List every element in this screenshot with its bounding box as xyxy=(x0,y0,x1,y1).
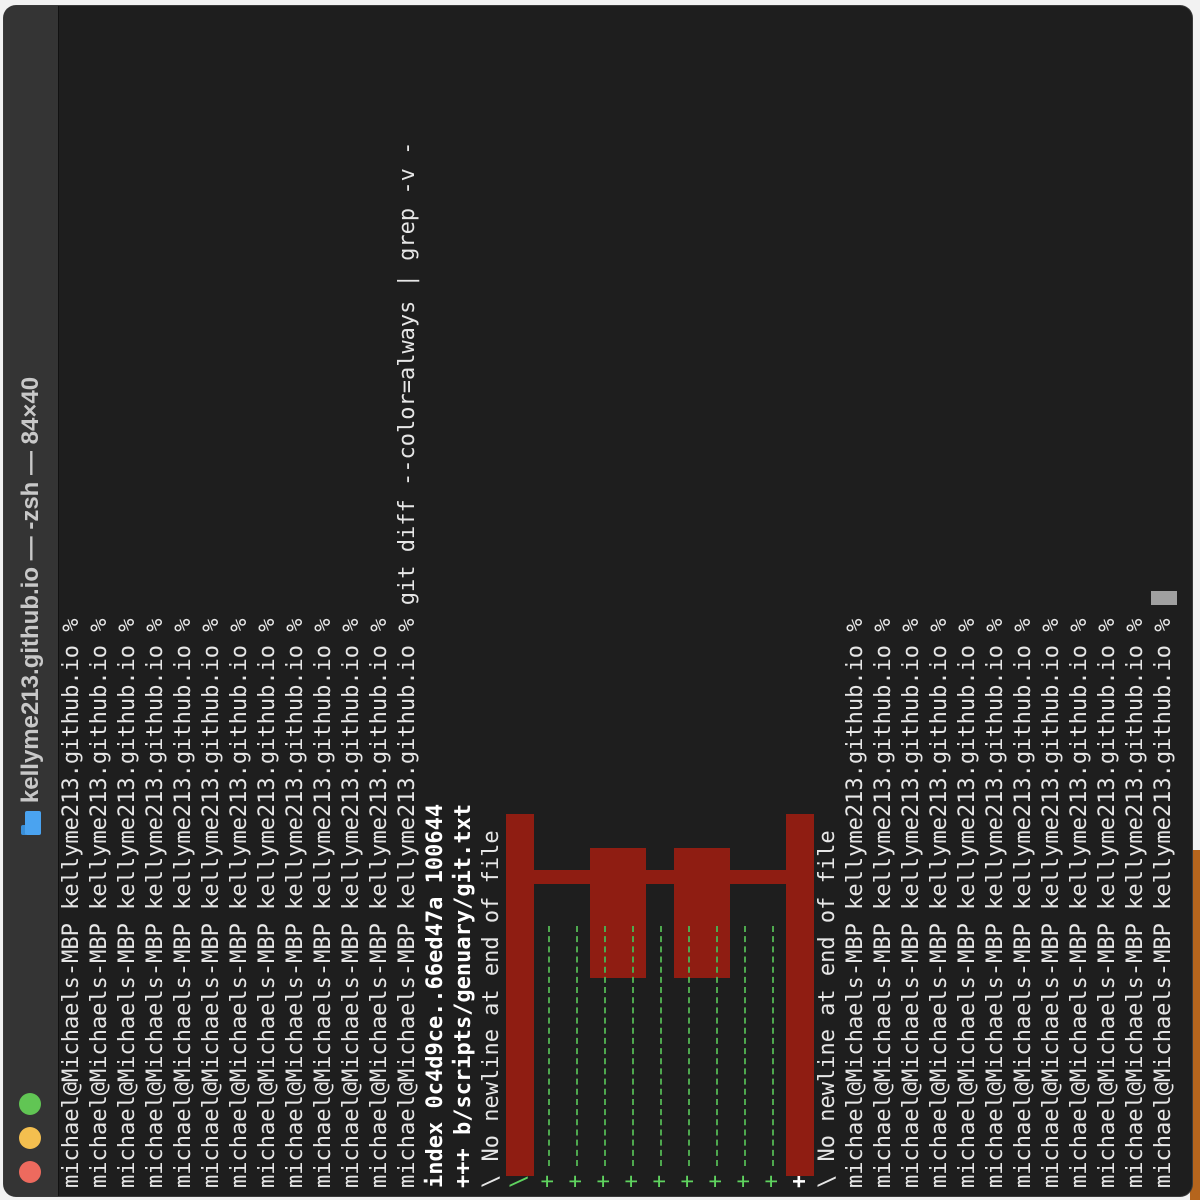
prompt-line: michael@Michaels-MBP kellyme213.github.i… xyxy=(367,605,392,1188)
prompt-line: michael@Michaels-MBP kellyme213.github.i… xyxy=(115,605,140,1188)
diff-added-line: + xyxy=(563,1174,588,1188)
diff-file-line: +++ b/scripts/genuary/git.txt xyxy=(451,803,476,1188)
window-title: kellyme213.github.io — -zsh — 84×40 xyxy=(17,376,44,804)
diff-added-line: + xyxy=(731,1174,756,1188)
no-newline-line: \ No newline at end of file xyxy=(815,830,840,1188)
prompt-line: michael@Michaels-MBP kellyme213.github.i… xyxy=(983,605,1008,1188)
no-newline-line: \ No newline at end of file xyxy=(479,830,504,1188)
prompt-line: michael@Michaels-MBP kellyme213.github.i… xyxy=(255,605,280,1188)
prompt-line: michael@Michaels-MBP kellyme213.github.i… xyxy=(1095,605,1120,1188)
prompt-line: michael@Michaels-MBP kellyme213.github.i… xyxy=(1039,605,1064,1188)
diff-guide-line xyxy=(632,926,634,1166)
diff-added-line: + xyxy=(647,1174,672,1188)
prompt-line: michael@Michaels-MBP kellyme213.github.i… xyxy=(87,605,112,1188)
prompt-line: michael@Michaels-MBP kellyme213.github.i… xyxy=(227,605,252,1188)
prompt-line: michael@Michaels-MBP kellyme213.github.i… xyxy=(283,605,308,1188)
diff-added-line: + xyxy=(759,1174,784,1188)
folder-icon xyxy=(21,811,41,836)
diff-guide-line xyxy=(604,926,606,1166)
prompt-line: michael@Michaels-MBP kellyme213.github.i… xyxy=(1067,605,1092,1188)
ascii-art-block xyxy=(506,870,814,884)
window-title-container: kellyme213.github.io — -zsh — 84×40 xyxy=(4,336,58,876)
prompt-line: michael@Michaels-MBP kellyme213.github.i… xyxy=(955,605,980,1188)
title-bar[interactable]: kellyme213.github.io — -zsh — 84×40 xyxy=(4,6,59,1196)
diff-added-line: + xyxy=(591,1174,616,1188)
diff-guide-line xyxy=(772,926,774,1166)
prompt-line: michael@Michaels-MBP kellyme213.github.i… xyxy=(1151,605,1176,1188)
prompt-line: michael@Michaels-MBP kellyme213.github.i… xyxy=(1011,605,1036,1188)
diff-guide-line xyxy=(744,926,746,1166)
command-line: michael@Michaels-MBP kellyme213.github.i… xyxy=(395,141,420,1188)
prompt-line: michael@Michaels-MBP kellyme213.github.i… xyxy=(871,605,896,1188)
diff-added-line: + xyxy=(787,1174,812,1188)
diff-guide-line xyxy=(688,926,690,1166)
prompt-line: michael@Michaels-MBP kellyme213.github.i… xyxy=(1123,605,1148,1188)
ascii-art-block xyxy=(590,848,646,978)
zoom-button[interactable] xyxy=(19,1093,41,1115)
diff-added-line: + xyxy=(619,1174,644,1188)
text-cursor xyxy=(1151,591,1177,605)
prompt-line: michael@Michaels-MBP kellyme213.github.i… xyxy=(311,605,336,1188)
close-button[interactable] xyxy=(19,1161,41,1183)
diff-added-line: + xyxy=(703,1174,728,1188)
diff-added-line: + xyxy=(675,1174,700,1188)
diff-guide-line xyxy=(660,926,662,1166)
diff-guide-line xyxy=(576,926,578,1166)
diff-guide-line xyxy=(548,926,550,1166)
terminal-window[interactable]: kellyme213.github.io — -zsh — 84×40 mich… xyxy=(4,6,1192,1196)
terminal-text-area[interactable]: michael@Michaels-MBP kellyme213.github.i… xyxy=(58,6,1192,1196)
prompt-line: michael@Michaels-MBP kellyme213.github.i… xyxy=(59,605,84,1188)
minimize-button[interactable] xyxy=(19,1127,41,1149)
prompt-line: michael@Michaels-MBP kellyme213.github.i… xyxy=(927,605,952,1188)
ascii-art-block xyxy=(506,814,534,1176)
prompt-line: michael@Michaels-MBP kellyme213.github.i… xyxy=(171,605,196,1188)
prompt-line: michael@Michaels-MBP kellyme213.github.i… xyxy=(843,605,868,1188)
prompt-line: michael@Michaels-MBP kellyme213.github.i… xyxy=(899,605,924,1188)
ascii-art-block xyxy=(786,814,814,1176)
prompt-line: michael@Michaels-MBP kellyme213.github.i… xyxy=(143,605,168,1188)
terminal-content[interactable]: michael@Michaels-MBP kellyme213.github.i… xyxy=(58,6,1192,1196)
diff-added-line: + xyxy=(535,1174,560,1188)
diff-guide-line xyxy=(716,926,718,1166)
prompt-line: michael@Michaels-MBP kellyme213.github.i… xyxy=(339,605,364,1188)
prompt-line: michael@Michaels-MBP kellyme213.github.i… xyxy=(199,605,224,1188)
ascii-art-block xyxy=(674,848,730,978)
diff-index-line: index 0c4d9ce..66ed47a 100644 xyxy=(423,803,448,1188)
